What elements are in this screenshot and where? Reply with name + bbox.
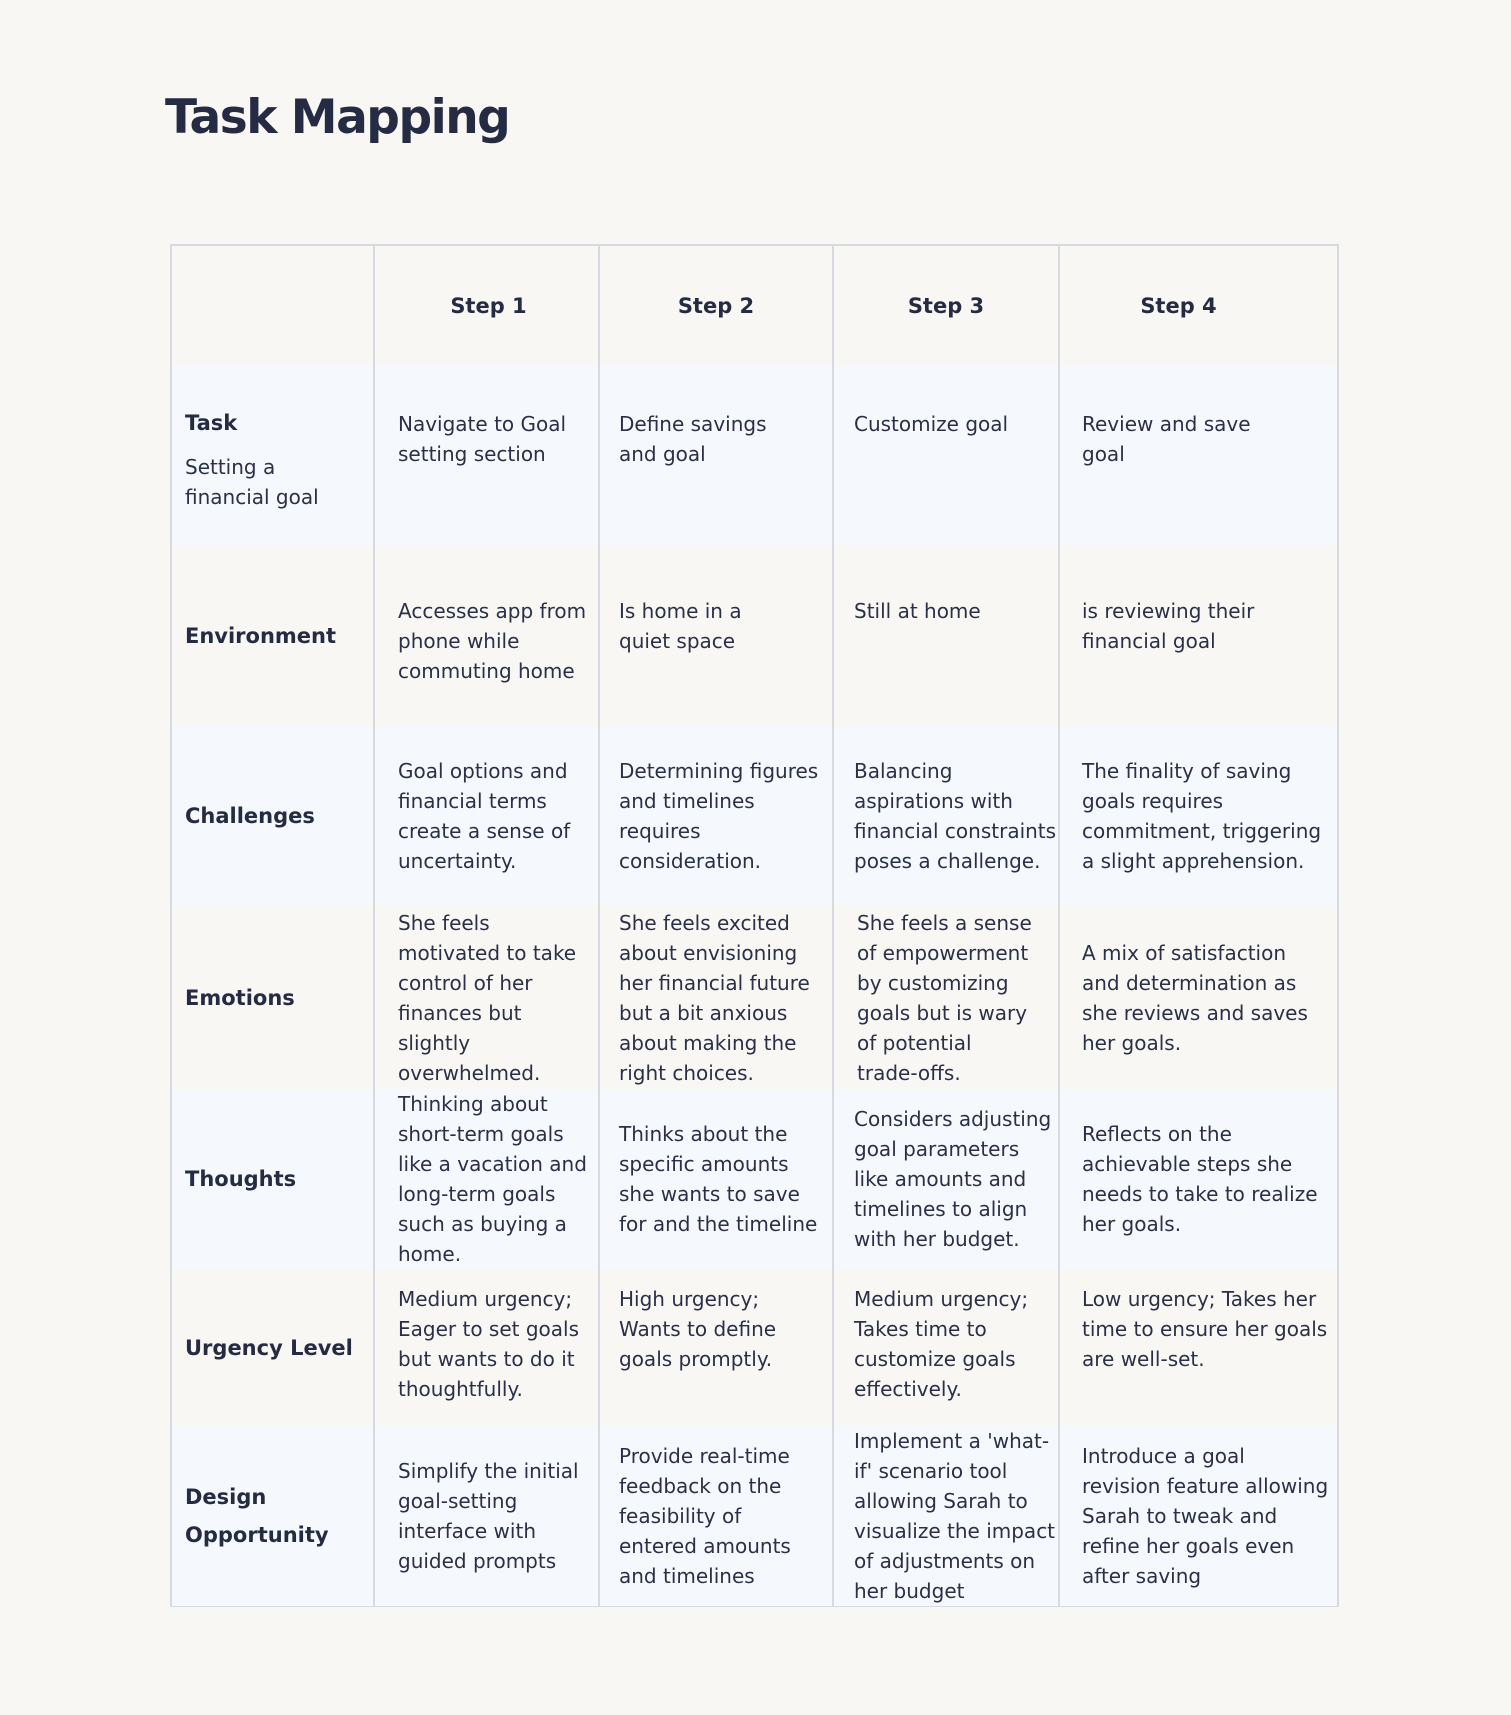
table-cell: Goal options and financial terms create … bbox=[373, 726, 599, 906]
table-cell: Accesses app from phone while commuting … bbox=[373, 546, 599, 726]
cell-text: She feels a sense of empowerment by cust… bbox=[857, 910, 1032, 1085]
table-cell: is reviewing their financial goal bbox=[1058, 546, 1337, 726]
table-row-task: Task Setting a financial goal Navigate t… bbox=[172, 365, 1337, 546]
task-mapping-table: Step 1 Step 2 Step 3 Step 4 Task Setting… bbox=[170, 244, 1339, 1607]
table-cell: Customize goal bbox=[832, 365, 1059, 546]
column-header-step-1: Step 1 bbox=[373, 246, 599, 365]
table-cell: Determining figures and timelines requir… bbox=[598, 726, 833, 906]
table-cell: Medium urgency; Eager to set goals but w… bbox=[373, 1269, 599, 1426]
cell-text: Provide real-time feedback on the feasib… bbox=[619, 1444, 791, 1588]
row-label: Design Opportunity bbox=[185, 1485, 329, 1547]
header-row: Step 1 Step 2 Step 3 Step 4 bbox=[172, 246, 1337, 365]
table-cell: Thinks about the specific amounts she wa… bbox=[598, 1089, 833, 1269]
cell-text: Review and save goal bbox=[1082, 412, 1251, 466]
table-cell: Low urgency; Takes her time to ensure he… bbox=[1058, 1269, 1337, 1426]
table-cell: Medium urgency; Takes time to customize … bbox=[832, 1269, 1059, 1426]
row-header-environment: Environment bbox=[185, 624, 337, 648]
table-cell: Define savings and goal bbox=[598, 365, 833, 546]
cell-text: Define savings and goal bbox=[619, 412, 767, 466]
table-cell: Review and save goal bbox=[1058, 365, 1337, 546]
table-cell: Considers adjusting goal parameters like… bbox=[832, 1089, 1059, 1269]
table-row-emotions: Emotions She feels motivated to take con… bbox=[172, 906, 1337, 1089]
table-cell: She feels excited about envisioning her … bbox=[598, 906, 833, 1089]
row-header-thoughts: Thoughts bbox=[185, 1167, 297, 1191]
page-title: Task Mapping bbox=[165, 90, 511, 145]
row-label: Task bbox=[185, 411, 238, 435]
row-header-emotions: Emotions bbox=[185, 985, 295, 1010]
column-header-step-4: Step 4 bbox=[1058, 246, 1337, 365]
table-cell: Balancing aspirations with financial con… bbox=[832, 726, 1059, 906]
column-header-step-3: Step 3 bbox=[832, 246, 1059, 365]
table-cell: The finality of saving goals requires co… bbox=[1058, 726, 1337, 906]
table-cell: Thinking about short-term goals like a v… bbox=[373, 1089, 599, 1269]
cell-text: Accesses app from phone while commuting … bbox=[398, 599, 587, 683]
table-row-challenges: Challenges Goal options and financial te… bbox=[172, 726, 1337, 906]
table-row-design-opportunity: Design Opportunity Simplify the initial … bbox=[172, 1426, 1337, 1606]
row-header-challenges: Challenges bbox=[185, 804, 315, 828]
cell-text: is reviewing their financial goal bbox=[1082, 599, 1255, 653]
table-cell: Is home in a quiet space bbox=[598, 546, 833, 726]
table-cell: Implement a 'what-if' scenario tool allo… bbox=[832, 1426, 1059, 1606]
table-cell: Provide real-time feedback on the feasib… bbox=[598, 1426, 833, 1606]
table-cell: Simplify the initial goal-setting interf… bbox=[373, 1426, 599, 1606]
row-header-task: Task Setting a financial goal bbox=[172, 365, 374, 546]
table-cell: High urgency; Wants to define goals prom… bbox=[598, 1269, 833, 1426]
table-row-urgency-level: Urgency Level Medium urgency; Eager to s… bbox=[172, 1269, 1337, 1426]
table-cell: Reflects on the achievable steps she nee… bbox=[1058, 1089, 1337, 1269]
corner-cell bbox=[172, 246, 374, 365]
row-header-urgency-level: Urgency Level bbox=[185, 1335, 353, 1360]
row-sublabel: Setting a financial goal bbox=[185, 455, 319, 509]
table-cell: A mix of satisfaction and determination … bbox=[1058, 906, 1337, 1089]
cell-text: Medium urgency; Takes time to customize … bbox=[854, 1287, 1029, 1401]
table-cell: Navigate to Goal setting section bbox=[373, 365, 599, 546]
cell-text: Is home in a quiet space bbox=[619, 599, 742, 653]
table-row-thoughts: Thoughts Thinking about short-term goals… bbox=[172, 1089, 1337, 1269]
cell-text: High urgency; Wants to define goals prom… bbox=[619, 1287, 777, 1371]
table-row-environment: Environment Accesses app from phone whil… bbox=[172, 546, 1337, 726]
table-cell: Still at home bbox=[832, 546, 1059, 726]
table-cell: Introduce a goal revision feature allowi… bbox=[1058, 1426, 1337, 1606]
row-header-design-opportunity: Design Opportunity bbox=[172, 1426, 374, 1606]
cell-text: Navigate to Goal setting section bbox=[398, 412, 567, 466]
table-cell: She feels a sense of empowerment by cust… bbox=[832, 906, 1059, 1089]
table-cell: She feels motivated to take control of h… bbox=[373, 906, 599, 1089]
column-header-step-2: Step 2 bbox=[598, 246, 833, 365]
